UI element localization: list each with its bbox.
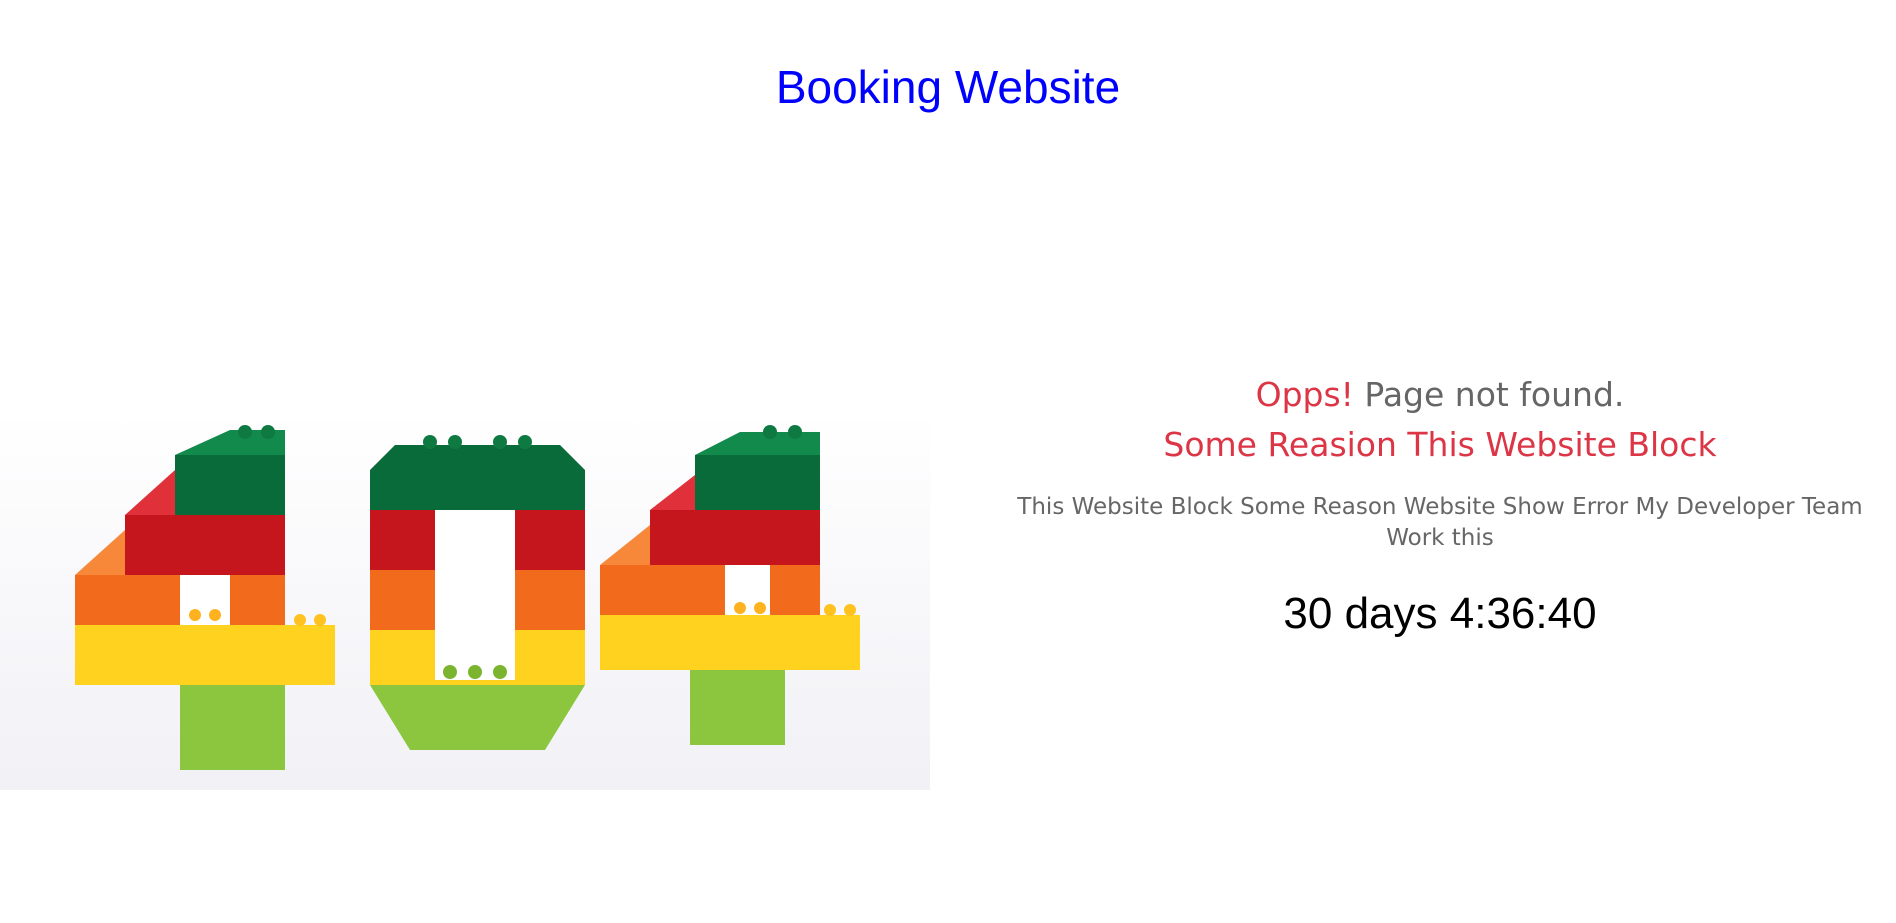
error-headline-accent: Opps!	[1255, 375, 1354, 414]
countdown-timer: 30 days 4:36:40	[1283, 589, 1597, 638]
lego-404-image	[0, 410, 930, 790]
error-description: This Website Block Some Reason Website S…	[1017, 494, 1863, 551]
error-headline-text: Page not found.	[1353, 375, 1625, 414]
error-headline: Opps! Page not found.	[1010, 370, 1870, 420]
lego-digit-0	[370, 435, 585, 750]
site-title: Booking Website	[775, 61, 1121, 113]
error-message-panel: Opps! Page not found. Some Reasion This …	[1010, 370, 1870, 640]
block-reason-heading: Some Reasion This Website Block	[1163, 425, 1717, 464]
